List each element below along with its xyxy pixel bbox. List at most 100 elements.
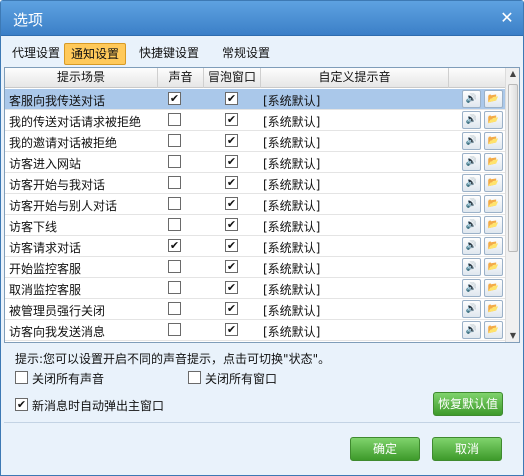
folder-icon[interactable]: 📂 (484, 90, 503, 108)
custom-tone-label: [系统默认] (263, 241, 321, 255)
custom-tone-label: [系统默认] (263, 262, 321, 276)
bubble-window-checkbox[interactable]: ✔ (225, 197, 238, 210)
sound-checkbox[interactable] (168, 281, 181, 294)
scroll-down-icon[interactable]: ▼ (506, 330, 519, 342)
bubble-window-checkbox[interactable]: ✔ (225, 218, 238, 231)
speaker-icon[interactable]: 🔊 (462, 237, 481, 255)
folder-icon[interactable]: 📂 (484, 153, 503, 171)
speaker-icon[interactable]: 🔊 (462, 153, 481, 171)
sound-checkbox[interactable] (168, 218, 181, 231)
close-all-windows-label: 关闭所有窗口 (205, 372, 278, 386)
bubble-window-checkbox[interactable]: ✔ (225, 239, 238, 252)
checkbox-box[interactable]: ✔ (15, 398, 28, 411)
scene-label: 访客开始与我对话 (9, 178, 106, 192)
title-bar: 选项 ✕ (1, 1, 523, 36)
options-dialog: 选项 ✕ 代理设置 通知设置 快捷键设置 常规设置 提示场景 声音 冒泡窗口 自… (0, 0, 524, 476)
sound-checkbox[interactable]: ✔ (168, 92, 181, 105)
speaker-icon[interactable]: 🔊 (462, 321, 481, 339)
tab-notification-settings[interactable]: 通知设置 (64, 43, 126, 65)
table-row[interactable]: 访客进入网站 ✔ [系统默认] 🔊 📂 (5, 152, 505, 173)
speaker-icon[interactable]: 🔊 (462, 300, 481, 318)
table-row[interactable]: 我的邀请对话被拒绝 ✔ [系统默认] 🔊 📂 (5, 131, 505, 152)
column-header-bubble[interactable]: 冒泡窗口 (204, 68, 261, 88)
bubble-window-checkbox[interactable]: ✔ (225, 260, 238, 273)
checkbox-box[interactable] (188, 371, 201, 384)
scene-label: 被管理员强行关闭 (9, 304, 106, 318)
folder-icon[interactable]: 📂 (484, 237, 503, 255)
bubble-window-checkbox[interactable]: ✔ (225, 176, 238, 189)
bubble-window-checkbox[interactable]: ✔ (225, 323, 238, 336)
table-row[interactable]: 访客开始与别人对话 ✔ [系统默认] 🔊 📂 (5, 194, 505, 215)
sound-checkbox[interactable] (168, 113, 181, 126)
ok-button[interactable]: 确定 (350, 437, 420, 461)
scene-label: 访客下线 (9, 220, 58, 234)
table-row[interactable]: 被管理员强行关闭 ✔ [系统默认] 🔊 📂 (5, 299, 505, 320)
speaker-icon[interactable]: 🔊 (462, 195, 481, 213)
sound-checkbox[interactable] (168, 197, 181, 210)
speaker-icon[interactable]: 🔊 (462, 174, 481, 192)
scene-label: 访客向我发送消息 (9, 325, 106, 339)
tab-general-settings[interactable]: 常规设置 (219, 43, 273, 65)
auto-popup-label: 新消息时自动弹出主窗口 (32, 399, 165, 413)
sound-checkbox[interactable] (168, 260, 181, 273)
custom-tone-label: [系统默认] (263, 199, 321, 213)
folder-icon[interactable]: 📂 (484, 258, 503, 276)
bubble-window-checkbox[interactable]: ✔ (225, 281, 238, 294)
bubble-window-checkbox[interactable]: ✔ (225, 302, 238, 315)
tab-bar: 代理设置 通知设置 快捷键设置 常规设置 (1, 37, 523, 67)
table-row[interactable]: 访客请求对话 ✔ ✔ [系统默认] 🔊 📂 (5, 236, 505, 257)
folder-icon[interactable]: 📂 (484, 321, 503, 339)
cancel-button[interactable]: 取消 (432, 437, 502, 461)
scene-label: 我的传送对话请求被拒绝 (9, 115, 142, 129)
folder-icon[interactable]: 📂 (484, 279, 503, 297)
sound-checkbox[interactable] (168, 155, 181, 168)
table-row[interactable]: 访客向我发送消息 ✔ [系统默认] 🔊 📂 (5, 320, 505, 341)
restore-defaults-button[interactable]: 恢复默认值 (433, 392, 503, 416)
speaker-icon[interactable]: 🔊 (462, 258, 481, 276)
folder-icon[interactable]: 📂 (484, 132, 503, 150)
table-row[interactable]: 访客开始与我对话 ✔ [系统默认] 🔊 📂 (5, 173, 505, 194)
table-row[interactable]: 我的传送对话请求被拒绝 ✔ [系统默认] 🔊 📂 (5, 110, 505, 131)
speaker-icon[interactable]: 🔊 (462, 132, 481, 150)
speaker-icon[interactable]: 🔊 (462, 90, 481, 108)
hint-text: 提示:您可以设置开启不同的声音提示，点击可切换"状态"。 (15, 352, 331, 366)
sound-checkbox[interactable]: ✔ (168, 239, 181, 252)
tab-hotkey-settings[interactable]: 快捷键设置 (136, 43, 202, 65)
bubble-window-checkbox[interactable]: ✔ (225, 113, 238, 126)
vertical-scrollbar[interactable]: ▲ ▼ (505, 68, 519, 342)
custom-tone-label: [系统默认] (263, 283, 321, 297)
bubble-window-checkbox[interactable]: ✔ (225, 134, 238, 147)
speaker-icon[interactable]: 🔊 (462, 216, 481, 234)
folder-icon[interactable]: 📂 (484, 174, 503, 192)
folder-icon[interactable]: 📂 (484, 216, 503, 234)
column-header-sound[interactable]: 声音 (158, 68, 204, 88)
speaker-icon[interactable]: 🔊 (462, 279, 481, 297)
custom-tone-label: [系统默认] (263, 178, 321, 192)
column-header-actions (449, 68, 505, 88)
folder-icon[interactable]: 📂 (484, 300, 503, 318)
close-icon[interactable]: ✕ (497, 8, 517, 28)
sound-checkbox[interactable] (168, 176, 181, 189)
table-row[interactable]: 访客下线 ✔ [系统默认] 🔊 📂 (5, 215, 505, 236)
bubble-window-checkbox[interactable]: ✔ (225, 92, 238, 105)
sound-checkbox[interactable] (168, 134, 181, 147)
dialog-title: 选项 (13, 11, 44, 29)
speaker-icon[interactable]: 🔊 (462, 111, 481, 129)
scene-label: 访客开始与别人对话 (9, 199, 118, 213)
scroll-up-icon[interactable]: ▲ (506, 68, 519, 80)
table-row[interactable]: 取消监控客服 ✔ [系统默认] 🔊 📂 (5, 278, 505, 299)
column-header-scene[interactable]: 提示场景 (5, 68, 158, 88)
tab-proxy-settings[interactable]: 代理设置 (9, 43, 63, 65)
sound-checkbox[interactable] (168, 302, 181, 315)
checkbox-box[interactable] (15, 371, 28, 384)
table-row[interactable]: 客服向我传送对话 ✔ ✔ [系统默认] 🔊 📂 (5, 89, 505, 110)
folder-icon[interactable]: 📂 (484, 195, 503, 213)
scroll-thumb[interactable] (508, 84, 518, 252)
bubble-window-checkbox[interactable]: ✔ (225, 155, 238, 168)
sound-checkbox[interactable] (168, 323, 181, 336)
folder-icon[interactable]: 📂 (484, 111, 503, 129)
table-row[interactable]: 开始监控客服 ✔ [系统默认] 🔊 📂 (5, 257, 505, 278)
custom-tone-label: [系统默认] (263, 220, 321, 234)
column-header-custom-tone[interactable]: 自定义提示音 (261, 68, 449, 88)
custom-tone-label: [系统默认] (263, 325, 321, 339)
